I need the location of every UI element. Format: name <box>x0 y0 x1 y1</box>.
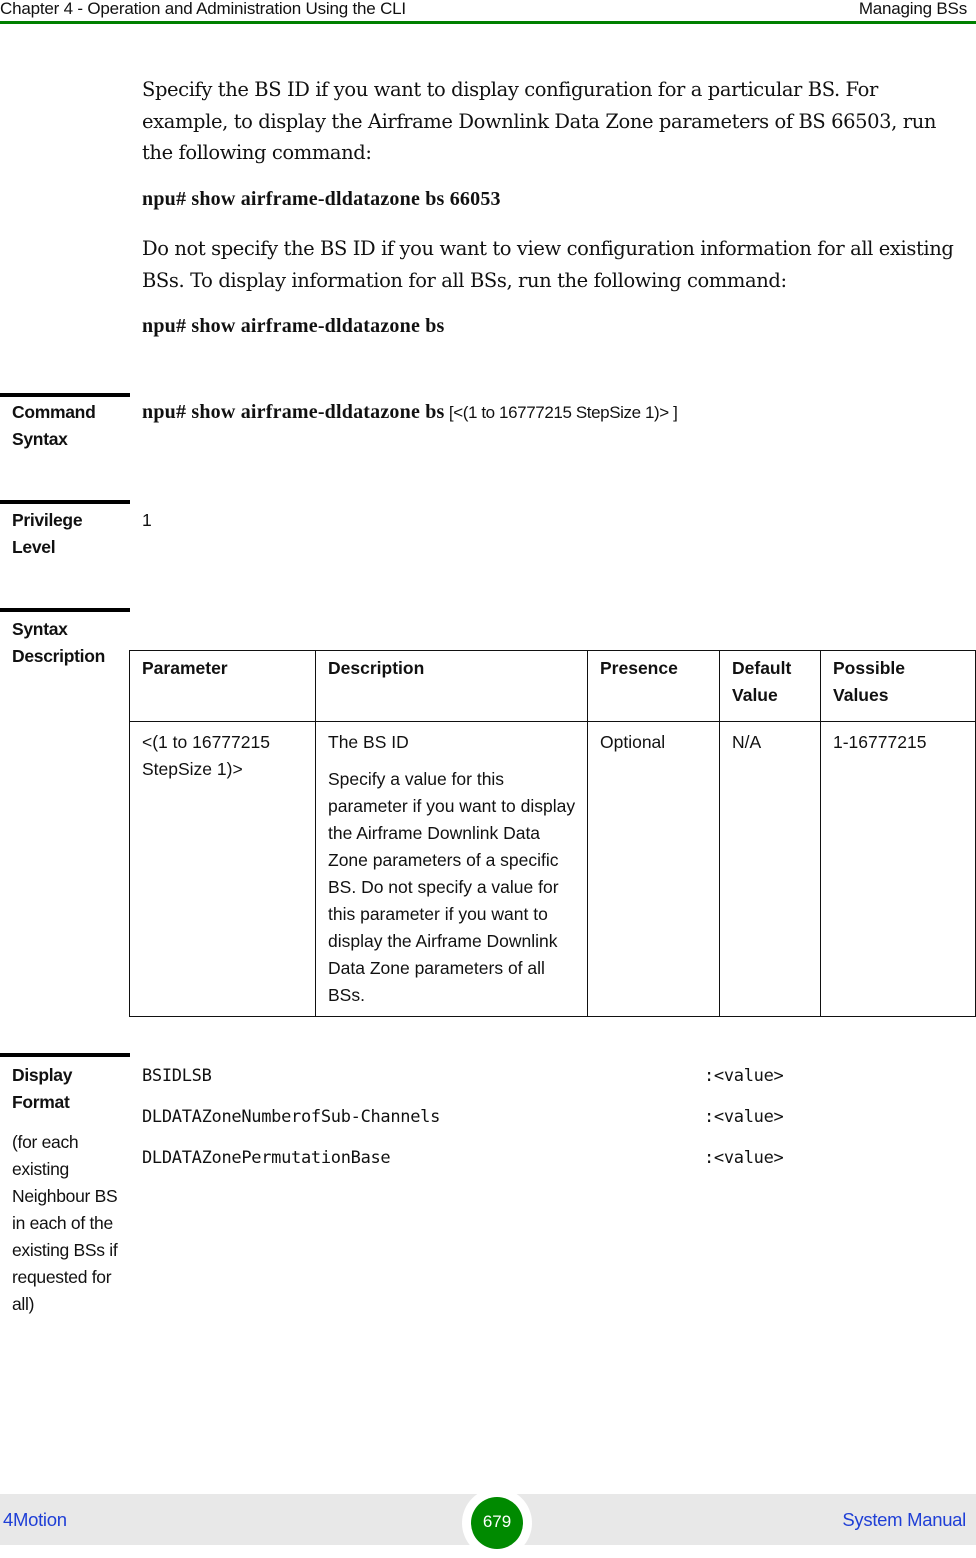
display-format-label: Display Format <box>12 1062 72 1116</box>
section-divider-syntax-description <box>0 608 130 612</box>
display-key: DLDATAZoneNumberofSub-Channels <box>142 1107 441 1127</box>
column-header-description: Description <box>315 650 588 722</box>
page-number-badge: 679 <box>471 1497 523 1549</box>
intro-paragraph-2: Do not specify the BS ID if you want to … <box>142 237 954 292</box>
cell-parameter: <(1 to 16777215 StepSize 1)> <box>129 721 316 1017</box>
label-line: Privilege <box>12 510 83 530</box>
display-format-output: BSIDLSB :<value> DLDATAZoneNumberofSub-C… <box>142 1064 802 1187</box>
display-key: DLDATAZonePermutationBase <box>142 1148 391 1168</box>
command-syntax: npu# show airframe-dldatazone bs [<(1 to… <box>142 401 678 424</box>
header-divider <box>0 21 976 24</box>
section-divider-display-format <box>0 1053 130 1057</box>
display-value: :<value> <box>704 1148 784 1168</box>
intro-paragraph-1: Specify the BS ID if you want to display… <box>142 78 937 164</box>
syntax-description-table: Parameter Description Presence Default V… <box>129 650 976 1017</box>
display-line: DLDATAZonePermutationBase :<value> <box>142 1146 802 1187</box>
column-header-parameter: Parameter <box>129 650 316 722</box>
display-line: BSIDLSB :<value> <box>142 1064 802 1105</box>
label-line: Level <box>12 537 56 557</box>
syntax-command: npu# show airframe-dldatazone bs <box>142 401 445 423</box>
column-header-presence: Presence <box>587 650 720 722</box>
display-key: BSIDLSB <box>142 1066 212 1086</box>
label-line: Command <box>12 402 96 422</box>
column-header-default-value: Default Value <box>719 650 821 722</box>
privilege-level-label: Privilege Level <box>12 507 83 561</box>
cell-default-value: N/A <box>719 721 821 1017</box>
display-value: :<value> <box>704 1107 784 1127</box>
table-header-row: Parameter Description Presence Default V… <box>129 650 976 722</box>
column-header-possible-values: Possible Values <box>820 650 976 722</box>
display-format-note: (for each existing Neighbour BS in each … <box>12 1132 118 1314</box>
section-title: Managing BSs <box>858 0 967 18</box>
label-line: Format <box>12 1092 70 1112</box>
section-divider-privilege-level <box>0 500 130 504</box>
page-footer: 4Motion 679 System Manual <box>0 1488 976 1558</box>
example-command-specific-bs: npu# show airframe-dldatazone bs 66053 <box>142 188 501 210</box>
display-line: DLDATAZoneNumberofSub-Channels :<value> <box>142 1105 802 1146</box>
cell-presence: Optional <box>587 721 720 1017</box>
command-syntax-label: Command Syntax <box>12 399 96 453</box>
section-divider-command-syntax <box>0 393 130 397</box>
description-title: The BS ID <box>328 732 409 752</box>
chapter-title: Chapter 4 - Operation and Administration… <box>0 0 406 18</box>
description-body: Specify a value for this parameter if yo… <box>328 769 576 1005</box>
cell-possible-values: 1-16777215 <box>820 721 976 1017</box>
table-row: <(1 to 16777215 StepSize 1)> The BS ID S… <box>129 721 976 1017</box>
footer-product-name: 4Motion <box>3 1509 67 1530</box>
cell-description: The BS ID Specify a value for this param… <box>315 721 588 1017</box>
label-line: Syntax <box>12 429 68 449</box>
footer-document-title: System Manual <box>842 1509 966 1530</box>
label-line: Syntax <box>12 619 68 639</box>
syntax-arguments: [<(1 to 16777215 StepSize 1)> ] <box>444 403 678 422</box>
privilege-level-value: 1 <box>142 510 152 530</box>
example-command-all-bs: npu# show airframe-dldatazone bs <box>142 315 445 337</box>
label-line: Description <box>12 646 105 666</box>
label-line: Display <box>12 1065 73 1085</box>
syntax-description-label: Syntax Description <box>12 616 105 670</box>
display-value: :<value> <box>704 1066 784 1086</box>
